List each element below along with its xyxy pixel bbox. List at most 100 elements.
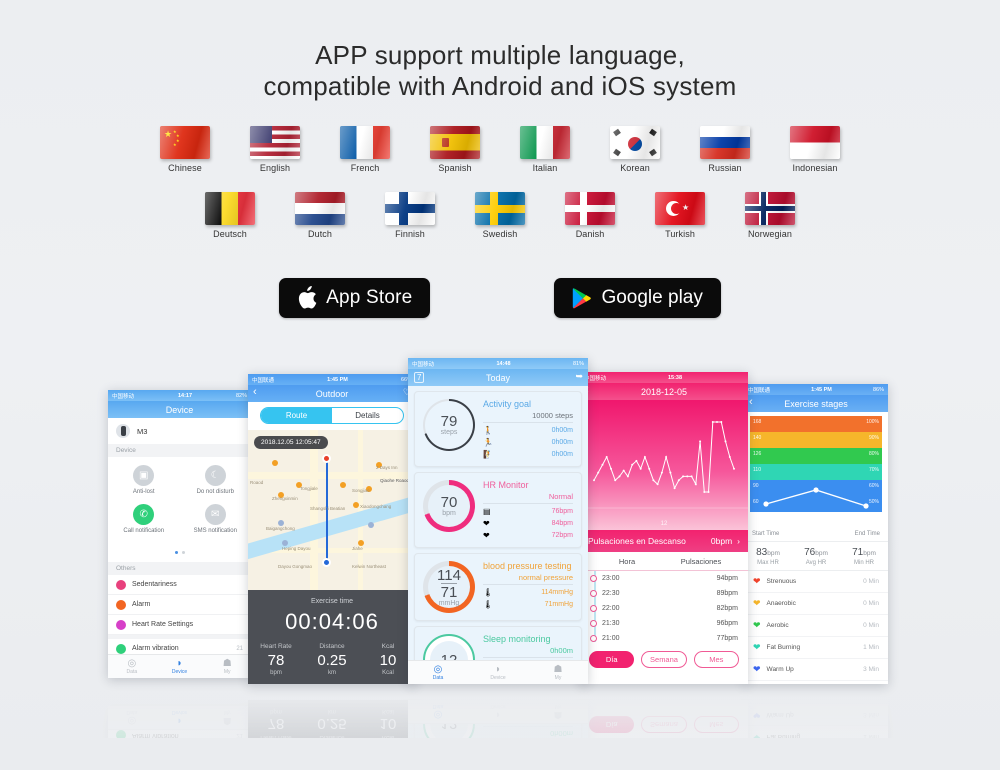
- google-play-button[interactable]: Google play: [554, 278, 721, 318]
- settings-row[interactable]: Alarm: [108, 595, 251, 615]
- device-feature-mail-icon[interactable]: ✉ SMS notification: [180, 500, 252, 539]
- heart-icon: ❤: [753, 642, 761, 652]
- device-feature-phone-icon[interactable]: ✆ Call notification: [108, 500, 180, 539]
- back-icon[interactable]: ‹: [749, 396, 753, 408]
- tab-device[interactable]: ◗ Device: [156, 706, 204, 729]
- segment-details[interactable]: Details: [332, 408, 403, 423]
- heart-icon: ❤: [483, 519, 490, 528]
- tab-my[interactable]: ☗ My: [203, 655, 251, 678]
- period-mes[interactable]: Mes: [693, 651, 739, 668]
- tab-my[interactable]: ☗ My: [203, 706, 251, 729]
- period-semana[interactable]: Semana: [641, 651, 687, 668]
- share-icon[interactable]: ➥: [575, 371, 583, 382]
- stage-row: ❤ Aerobic 0 Min: [744, 615, 888, 637]
- walk-icon: 🚶: [483, 426, 493, 435]
- period-semana[interactable]: Semana: [641, 716, 687, 733]
- settings-row[interactable]: Sedentariness: [108, 575, 251, 595]
- phone-screen-today: 中国移动 14:48 81% 7 Today ➥ 79stepsActivity…: [408, 700, 588, 770]
- flag-item-no: Norwegian: [738, 192, 802, 239]
- tab-label: Data: [432, 703, 444, 709]
- heart-icon: ❤: [753, 754, 761, 764]
- tab-device[interactable]: ◗ Device: [468, 661, 528, 684]
- settings-row[interactable]: Heart Rate Settings: [108, 615, 251, 635]
- card-metric-value: 84bpm: [551, 520, 573, 527]
- data-icon: ◎: [127, 658, 137, 669]
- today-card[interactable]: 11471mmHgblood pressure testingnormal pr…: [414, 553, 582, 621]
- phone-screen-heart-rate: 中国移动 15:38 ‹ 2018-12-05 12 Pulsaciones e…: [580, 700, 748, 770]
- period-mes[interactable]: Mes: [693, 716, 739, 733]
- today-card[interactable]: 70 bpm HR Monitor Normal ▤ 76bpm ❤ 84bpm ❤ 72bpm: [414, 472, 582, 548]
- app-store-button[interactable]: App Store: [279, 278, 431, 318]
- tab-my[interactable]: ☗ My: [528, 661, 588, 684]
- user-icon: ☗: [222, 715, 232, 726]
- segment-route[interactable]: Route: [261, 408, 332, 423]
- stat-key: Distance: [319, 734, 345, 741]
- stat-unit: bpm: [270, 708, 282, 714]
- navbar-title: Device: [165, 404, 194, 415]
- tab-data[interactable]: ◎ Data: [108, 655, 156, 678]
- tab-data[interactable]: ◎ Data: [408, 700, 468, 723]
- stat-value: 0.25: [317, 652, 347, 669]
- tab-device[interactable]: ◗ Device: [156, 655, 204, 678]
- phone-screen-exercise-stages: 中国联通 1:45 PM 86% ‹ Exercise stages 16810…: [744, 700, 888, 770]
- data-icon: ◎: [433, 664, 443, 675]
- tab-label: Device: [490, 675, 506, 681]
- tab-data[interactable]: ◎ Data: [408, 661, 468, 684]
- status-time: 14:48: [496, 360, 511, 367]
- navbar-title: Today: [485, 372, 511, 383]
- status-time: 1:45 PM: [327, 376, 348, 383]
- heart-icon: ❤: [753, 664, 761, 674]
- stage-minutes: 0 Min: [863, 755, 879, 762]
- setting-label: Sedentariness: [132, 581, 177, 588]
- device-row[interactable]: M3: [108, 418, 251, 444]
- card-metric-value: 76bpm: [551, 508, 573, 515]
- stat-value: 0.25: [317, 715, 347, 732]
- tab-device[interactable]: ◗ Device: [468, 700, 528, 723]
- flag-no-icon: [745, 192, 795, 225]
- hr-bpm: 77bpm: [716, 635, 738, 642]
- flag-es-icon: [430, 126, 480, 159]
- back-icon[interactable]: ‹: [253, 386, 257, 398]
- thermo-yellow-icon: 🌡: [483, 600, 494, 609]
- today-card[interactable]: 11471mmHgblood pressure testingnormal pr…: [414, 763, 582, 770]
- card-metric-value: 72bpm: [551, 532, 573, 539]
- phone-screen-exercise-stages: 中国联通 1:45 PM 86% ‹ Exercise stages 16810…: [744, 384, 888, 684]
- tab-my[interactable]: ☗ My: [528, 700, 588, 723]
- google-play-icon: [573, 288, 592, 309]
- app-screenshots-group: 中国移动 14:17 82% Device M3 Device ▣Anti-lo…: [0, 692, 1000, 770]
- flag-item-ru: Russian: [693, 126, 757, 173]
- heart-rate-chart: 12: [580, 400, 748, 530]
- thermo-red-icon: 🌡: [483, 588, 494, 597]
- calendar-icon[interactable]: 7: [414, 372, 425, 383]
- today-card[interactable]: 79 steps Activity goal 10000 steps 🚶 0h00m 🏃 0h…: [414, 391, 582, 467]
- flag-label: Turkish: [665, 229, 695, 239]
- device-feature-anti-lost-icon[interactable]: ▣ Anti-lost: [108, 461, 180, 500]
- flag-id-icon: [790, 126, 840, 159]
- ring-unit: bpm: [442, 510, 456, 517]
- hr-summary: 83bpm Max HR 76bpm Avg HR 71bpm Min HR: [744, 541, 888, 571]
- period-día[interactable]: Día: [589, 716, 635, 733]
- google-play-label-1: Google: [601, 287, 663, 308]
- setting-icon: [116, 730, 126, 741]
- stage-label: Warm Up: [766, 666, 794, 673]
- hr-row: 21:30 96bpm: [580, 616, 748, 631]
- status-time: 15:38: [667, 374, 683, 381]
- route-map[interactable]: 2018.12.05 12:05:47 Roaod 2 Days Inn Son…: [248, 430, 416, 590]
- hr-col-time: Hora: [618, 557, 636, 566]
- exercise-stat: Heart Rate 78 bpm: [248, 643, 304, 676]
- chevron-right-icon: ›: [737, 536, 740, 546]
- flag-item-id: Indonesian: [783, 126, 847, 173]
- hr-summary-value: 76: [804, 547, 816, 558]
- flag-label: English: [259, 163, 291, 173]
- card-ring-gauge: 114 71 mmHg: [423, 561, 475, 613]
- tab-data[interactable]: ◎ Data: [108, 706, 156, 729]
- resting-hr-bar[interactable]: Pulsaciones en Descanso 0bpm ›: [580, 530, 748, 552]
- card-ring-gauge: 79 steps: [423, 399, 475, 451]
- settings-row[interactable]: Heart Rate Settings: [108, 749, 251, 769]
- exercise-time-value: 00:04:06: [285, 750, 379, 770]
- device-feature-moon-icon[interactable]: ☾ Do not disturb: [180, 461, 252, 500]
- status-battery: 82%: [235, 392, 247, 399]
- hr-table-rows: 23:00 94bpm 22:30 89bpm 22:00 82bpm 21:30 96bpm…: [580, 571, 748, 646]
- stage-row: ❤ Fat Burning 1 Min: [744, 637, 888, 659]
- period-día[interactable]: Día: [589, 651, 635, 668]
